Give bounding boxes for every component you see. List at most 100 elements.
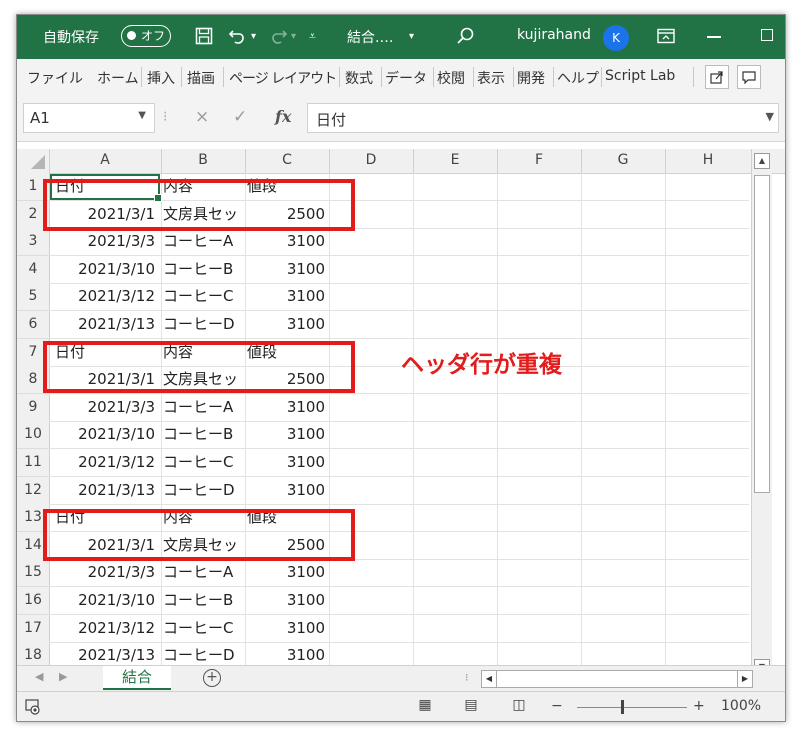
cell-a[interactable]: 2021/3/3 [49, 228, 155, 255]
cell-b[interactable]: コーヒーC [163, 615, 243, 642]
cell-a[interactable]: 2021/3/3 [49, 559, 155, 586]
cell-c[interactable]: 3100 [245, 311, 325, 338]
cell-c[interactable]: 3100 [245, 587, 325, 614]
cell-b[interactable]: コーヒーB [163, 256, 243, 283]
autosave-toggle[interactable]: オフ [121, 25, 171, 47]
tab-home[interactable]: ホーム [97, 68, 139, 88]
row-header[interactable]: 11 [17, 449, 49, 477]
cell-b[interactable]: コーヒーD [163, 477, 243, 504]
cell-c[interactable]: 3100 [245, 228, 325, 255]
column-header-g[interactable]: G [581, 152, 665, 168]
tab-script-lab[interactable]: Script Lab [605, 68, 675, 84]
scroll-up-icon[interactable]: ▲ [754, 153, 770, 169]
tab-file[interactable]: ファイル [27, 68, 83, 88]
add-sheet-icon[interactable]: + [203, 669, 221, 687]
cell-b[interactable]: コーヒーA [163, 228, 243, 255]
tab-view[interactable]: 表示 [477, 68, 505, 88]
row-header[interactable]: 16 [17, 587, 49, 615]
row-header[interactable]: 6 [17, 311, 49, 339]
enter-icon[interactable]: ✓ [233, 107, 247, 127]
scroll-left-icon[interactable]: ◀ [482, 671, 497, 687]
comment-icon[interactable] [737, 65, 761, 89]
cell-a[interactable]: 2021/3/10 [49, 421, 155, 448]
cell-c[interactable]: 3100 [245, 283, 325, 310]
name-box[interactable]: A1 ▼ [23, 103, 155, 133]
maximize-icon[interactable] [761, 29, 773, 41]
tab-draw[interactable]: 描画 [187, 68, 215, 88]
vertical-scrollbar[interactable]: ▲ ▼ [751, 149, 772, 679]
cell-c[interactable]: 3100 [245, 615, 325, 642]
next-sheet-icon[interactable]: ▶ [59, 670, 67, 683]
cell-c[interactable]: 3100 [245, 559, 325, 586]
cell-a[interactable]: 2021/3/12 [49, 283, 155, 310]
ribbon-display-icon[interactable] [657, 28, 675, 48]
cell-c[interactable]: 3100 [245, 449, 325, 476]
row-header[interactable]: 9 [17, 394, 49, 422]
row-header[interactable]: 12 [17, 477, 49, 505]
zoom-in-button[interactable]: + [693, 698, 705, 714]
cell-b[interactable]: コーヒーB [163, 587, 243, 614]
cell-a[interactable]: 2021/3/13 [49, 477, 155, 504]
zoom-slider-thumb[interactable] [621, 700, 624, 714]
column-header-b[interactable]: B [161, 152, 245, 168]
select-all-corner[interactable] [17, 149, 49, 173]
expand-formula-icon[interactable]: ▼ [766, 110, 774, 123]
cell-b[interactable]: コーヒーC [163, 449, 243, 476]
column-header-h[interactable]: H [665, 152, 751, 168]
cell-a[interactable]: 2021/3/3 [49, 394, 155, 421]
zoom-out-button[interactable]: − [551, 698, 563, 714]
cell-c[interactable]: 3100 [245, 394, 325, 421]
column-header-a[interactable]: A [49, 152, 161, 168]
tab-data[interactable]: データ [385, 68, 427, 88]
row-header[interactable]: 15 [17, 559, 49, 587]
macro-record-icon[interactable] [25, 699, 41, 719]
column-header-d[interactable]: D [329, 152, 413, 168]
cell-c[interactable]: 3100 [245, 421, 325, 448]
minimize-icon[interactable] [707, 36, 721, 38]
cell-c[interactable]: 3100 [245, 477, 325, 504]
cell-b[interactable]: コーヒーC [163, 283, 243, 310]
share-icon[interactable] [705, 65, 729, 89]
sheet-tab-active[interactable]: 結合 [103, 666, 171, 690]
cell-a[interactable]: 2021/3/10 [49, 587, 155, 614]
insert-function-icon[interactable]: fx [275, 107, 291, 126]
save-icon[interactable] [195, 27, 213, 49]
search-icon[interactable] [455, 26, 475, 50]
avatar[interactable]: K [603, 25, 629, 51]
scroll-thumb[interactable] [754, 175, 770, 493]
undo-dropdown-icon[interactable]: ▾ [251, 31, 256, 42]
horizontal-scrollbar[interactable]: ◀ ▶ [481, 670, 753, 688]
cancel-icon[interactable]: × [195, 107, 209, 127]
row-header[interactable]: 17 [17, 615, 49, 643]
tab-review[interactable]: 校閲 [437, 68, 465, 88]
tab-developer[interactable]: 開発 [517, 68, 545, 88]
file-name[interactable]: 結合.… [347, 27, 393, 47]
row-header[interactable]: 5 [17, 283, 49, 311]
tab-page-layout[interactable]: ページ レイアウト [229, 68, 337, 88]
column-header-e[interactable]: E [413, 152, 497, 168]
page-layout-view-icon[interactable]: ▤ [461, 697, 481, 715]
cell-a[interactable]: 2021/3/10 [49, 256, 155, 283]
customize-icon[interactable]: ⩡ [309, 29, 316, 44]
formula-input[interactable]: 日付 ▼ [307, 103, 779, 133]
chevron-down-icon[interactable]: ▼ [138, 110, 146, 121]
row-header[interactable]: 10 [17, 421, 49, 449]
cell-a[interactable]: 2021/3/12 [49, 449, 155, 476]
cell-b[interactable]: コーヒーB [163, 421, 243, 448]
undo-icon[interactable] [227, 25, 249, 51]
column-header-f[interactable]: F [497, 152, 581, 168]
cell-b[interactable]: コーヒーA [163, 394, 243, 421]
zoom-level[interactable]: 100% [721, 698, 761, 714]
user-name[interactable]: kujirahand [517, 27, 591, 43]
cell-b[interactable]: コーヒーA [163, 559, 243, 586]
row-header[interactable]: 3 [17, 228, 49, 256]
tab-formulas[interactable]: 数式 [345, 68, 373, 88]
tab-help[interactable]: ヘルプ [557, 68, 599, 88]
column-header-c[interactable]: C [245, 152, 329, 168]
normal-view-icon[interactable]: ▦ [415, 697, 435, 715]
file-name-dropdown-icon[interactable]: ▾ [409, 31, 414, 42]
scroll-right-icon[interactable]: ▶ [737, 671, 752, 687]
cell-a[interactable]: 2021/3/13 [49, 311, 155, 338]
tab-split-grip-icon[interactable]: ⁝ [465, 671, 469, 684]
cell-a[interactable]: 2021/3/12 [49, 615, 155, 642]
